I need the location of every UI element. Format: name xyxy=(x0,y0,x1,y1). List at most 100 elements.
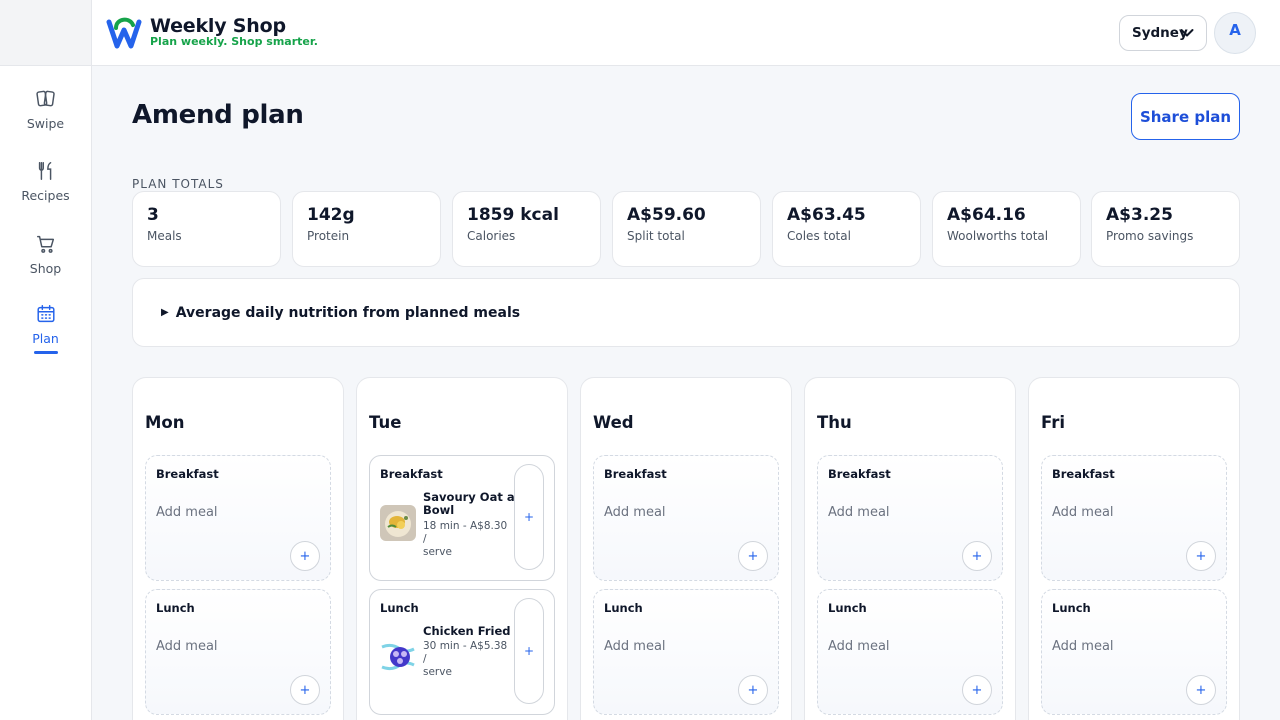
meal-slot-breakfast: Breakfast Add meal + xyxy=(593,455,779,581)
day-column-tue: Tue Breakfast Savoury Oat and Bowl 18 mi… xyxy=(356,377,568,720)
disclosure-triangle-icon: ▶ xyxy=(161,307,169,318)
slot-title: Lunch xyxy=(156,601,195,615)
stat-card-promo-savings: A$3.25 Promo savings xyxy=(1091,191,1240,267)
nutrition-disclosure[interactable]: ▶ Average daily nutrition from planned m… xyxy=(132,278,1240,347)
meal-name-line: Bowl xyxy=(423,504,455,517)
day-name: Tue xyxy=(369,413,402,432)
fork-knife-icon xyxy=(38,162,51,180)
add-meal-button[interactable]: + xyxy=(1186,675,1216,705)
share-plan-button[interactable]: Share plan xyxy=(1131,93,1240,140)
stat-label: Woolworths total xyxy=(947,229,1049,243)
meal-meta-line: serve xyxy=(423,546,452,558)
meal-thumbnail[interactable] xyxy=(380,505,416,541)
calendar-icon xyxy=(36,305,55,323)
day-name: Fri xyxy=(1041,413,1066,432)
add-meal-button[interactable]: + xyxy=(514,464,544,570)
meal-slot-lunch: Lunch Add meal + xyxy=(145,589,331,715)
meal-meta-line: 18 min - A$8.30 / xyxy=(423,520,508,545)
add-meal-text[interactable]: Add meal xyxy=(156,505,218,520)
day-column-thu: Thu Breakfast Add meal + Lunch Add meal … xyxy=(804,377,1016,720)
add-meal-button[interactable]: + xyxy=(514,598,544,704)
add-meal-button[interactable]: + xyxy=(738,675,768,705)
add-meal-text[interactable]: Add meal xyxy=(828,639,890,654)
add-meal-button[interactable]: + xyxy=(738,541,768,571)
day-name: Mon xyxy=(145,413,185,432)
stat-card-calories: 1859 kcal Calories xyxy=(452,191,601,267)
meal-slot-breakfast: Breakfast Add meal + xyxy=(817,455,1003,581)
stat-label: Coles total xyxy=(787,229,851,243)
stat-value: A$3.25 xyxy=(1106,205,1173,225)
sidebar-header xyxy=(0,0,91,66)
stat-card-woolworths-total: A$64.16 Woolworths total xyxy=(932,191,1081,267)
meal-slot-lunch: Lunch Add meal + xyxy=(1041,589,1227,715)
slot-title: Lunch xyxy=(604,601,643,615)
meal-meta: 30 min - A$5.38 / serve xyxy=(423,640,513,679)
stat-card-split-total: A$59.60 Split total xyxy=(612,191,761,267)
cart-icon xyxy=(36,235,54,253)
plan-totals-heading: PLAN TOTALS xyxy=(132,177,224,191)
add-meal-button[interactable]: + xyxy=(962,541,992,571)
chevron-down-icon xyxy=(1180,29,1194,37)
add-meal-button[interactable]: + xyxy=(290,541,320,571)
meal-slot-breakfast: Breakfast Add meal + xyxy=(145,455,331,581)
stat-label: Split total xyxy=(627,229,685,243)
add-meal-button[interactable]: + xyxy=(290,675,320,705)
add-meal-text[interactable]: Add meal xyxy=(604,505,666,520)
meal-meta: 18 min - A$8.30 / serve xyxy=(423,520,513,559)
active-indicator xyxy=(33,351,58,354)
stat-label: Meals xyxy=(147,229,182,243)
stat-value: A$64.16 xyxy=(947,205,1026,225)
slot-title: Breakfast xyxy=(604,467,667,481)
stat-label: Promo savings xyxy=(1106,229,1194,243)
avatar-initial: A xyxy=(1229,21,1241,39)
stat-value: A$59.60 xyxy=(627,205,706,225)
add-meal-text[interactable]: Add meal xyxy=(828,505,890,520)
stat-card-meals: 3 Meals xyxy=(132,191,281,267)
stat-card-coles-total: A$63.45 Coles total xyxy=(772,191,921,267)
add-meal-text[interactable]: Add meal xyxy=(604,639,666,654)
nutrition-summary-label: Average daily nutrition from planned mea… xyxy=(175,304,521,321)
day-name: Thu xyxy=(817,413,852,432)
avatar[interactable]: A xyxy=(1214,12,1256,54)
meal-name-line: Savoury Oat and xyxy=(423,491,515,504)
sidebar-item-plan[interactable]: Plan xyxy=(0,303,91,354)
sidebar-item-recipes[interactable]: Recipes xyxy=(0,160,91,203)
slot-title: Breakfast xyxy=(1052,467,1115,481)
sidebar-item-swipe[interactable]: Swipe xyxy=(0,88,91,131)
stat-card-protein: 142g Protein xyxy=(292,191,441,267)
sidebar-item-label: Swipe xyxy=(26,116,65,131)
sidebar-item-shop[interactable]: Shop xyxy=(0,233,91,276)
meal-name[interactable]: Chicken Fried Rice xyxy=(423,625,515,638)
meal-slot-breakfast: Breakfast Savoury Oat and Bowl 18 min - … xyxy=(369,455,555,581)
add-meal-text[interactable]: Add meal xyxy=(156,639,218,654)
stat-value: 1859 kcal xyxy=(467,205,559,225)
slot-title: Lunch xyxy=(380,601,419,615)
day-column-mon: Mon Breakfast Add meal + Lunch Add meal … xyxy=(132,377,344,720)
add-meal-text[interactable]: Add meal xyxy=(1052,505,1114,520)
stat-value: 3 xyxy=(147,205,159,225)
stat-label: Calories xyxy=(467,229,516,243)
meal-name-line: Chicken Fried Rice xyxy=(423,625,515,638)
day-column-wed: Wed Breakfast Add meal + Lunch Add meal … xyxy=(580,377,792,720)
slot-title: Breakfast xyxy=(828,467,891,481)
sidebar-item-label: Recipes xyxy=(21,188,70,203)
sidebar: Swipe Recipes Shop Plan xyxy=(0,0,92,720)
day-name: Wed xyxy=(593,413,634,432)
stat-label: Protein xyxy=(307,229,350,243)
add-meal-button[interactable]: + xyxy=(1186,541,1216,571)
brand-name: Weekly Shop xyxy=(150,15,286,37)
meal-meta-line: 30 min - A$5.38 / xyxy=(423,640,508,665)
add-meal-text[interactable]: Add meal xyxy=(1052,639,1114,654)
sidebar-item-label: Plan xyxy=(32,331,59,346)
stat-value: 142g xyxy=(307,205,355,225)
day-column-fri: Fri Breakfast Add meal + Lunch Add meal … xyxy=(1028,377,1240,720)
slot-title: Breakfast xyxy=(156,467,219,481)
meal-name[interactable]: Savoury Oat and Bowl xyxy=(423,491,515,517)
slot-title: Lunch xyxy=(828,601,867,615)
top-header: Weekly Shop Plan weekly. Shop smarter. S… xyxy=(92,0,1280,66)
meal-thumbnail[interactable] xyxy=(380,639,416,675)
page-title: Amend plan xyxy=(132,100,304,130)
slot-title: Lunch xyxy=(1052,601,1091,615)
add-meal-button[interactable]: + xyxy=(962,675,992,705)
city-select[interactable]: Sydney xyxy=(1119,15,1207,51)
